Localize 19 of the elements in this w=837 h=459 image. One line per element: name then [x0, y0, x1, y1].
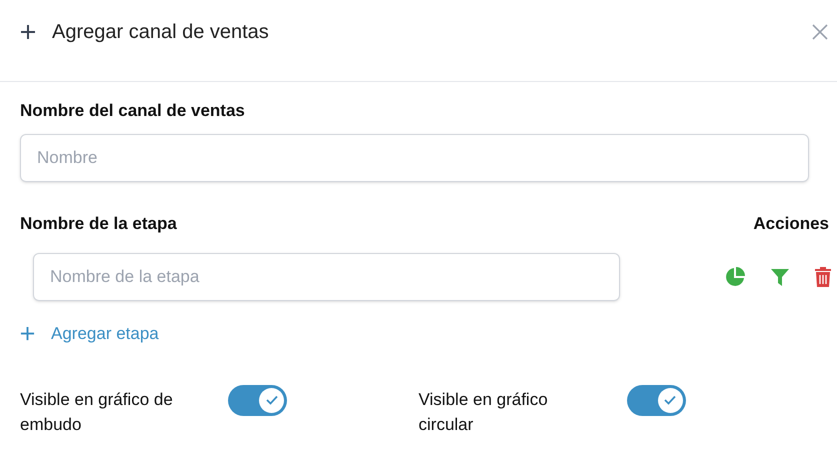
trash-icon[interactable] — [814, 266, 832, 288]
toggle-switch[interactable] — [626, 384, 686, 416]
input-field[interactable]: Nombre de la etapa — [33, 253, 620, 301]
pie-chart-icon[interactable] — [724, 266, 746, 288]
toggle-switch[interactable] — [228, 384, 287, 416]
check-icon — [266, 395, 278, 405]
dialog-title: Agregar canal de ventas — [52, 20, 269, 45]
add-stage-link[interactable]: Agregar etapa — [51, 321, 159, 346]
close-icon — [811, 23, 829, 41]
check-icon — [664, 395, 676, 405]
input-field[interactable]: Nombre — [20, 134, 809, 182]
field-label: Nombre del canal de ventas — [20, 100, 246, 122]
plus-icon — [20, 326, 35, 342]
plus-icon — [20, 24, 36, 40]
toggle-label: Visible en gráfico circular — [418, 388, 549, 436]
column-header: Nombre de la etapa — [20, 212, 177, 234]
column-header: Acciones — [753, 212, 829, 234]
toggle-label: Visible en gráfico de embudo — [20, 388, 174, 436]
filter-icon[interactable] — [770, 267, 790, 287]
